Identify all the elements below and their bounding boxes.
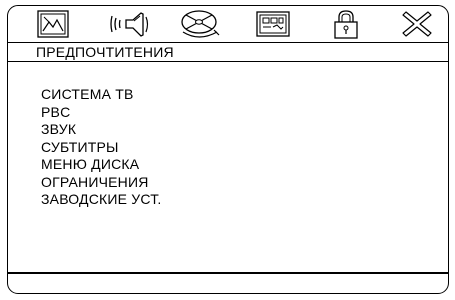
settings-board-icon[interactable] [253, 8, 293, 41]
footer-divider [8, 272, 448, 274]
menu-item-parental[interactable]: ОГРАНИЧЕНИЯ [41, 174, 162, 192]
settings-menu: СИСТЕМА ТВ PBC ЗВУК СУБТИТРЫ МЕНЮ ДИСКА … [41, 86, 162, 209]
osd-menu-window: ПРЕДПОЧТИТЕНИЯ СИСТЕМА ТВ PBC ЗВУК СУБТИ… [7, 5, 449, 294]
menu-item-disc-menu[interactable]: МЕНЮ ДИСКА [41, 156, 162, 174]
picture-icon[interactable] [34, 8, 72, 41]
disc-icon[interactable] [177, 8, 223, 41]
close-icon[interactable] [400, 8, 434, 41]
menu-item-factory-defaults[interactable]: ЗАВОДСКИЕ УСТ. [41, 191, 162, 209]
audio-speaker-icon[interactable] [108, 8, 152, 41]
header-bar: ПРЕДПОЧТИТЕНИЯ [8, 42, 448, 62]
menu-item-tv-system[interactable]: СИСТЕМА ТВ [41, 86, 162, 104]
menu-item-subtitles[interactable]: СУБТИТРЫ [41, 139, 162, 157]
lock-icon[interactable] [330, 8, 362, 41]
menu-item-audio[interactable]: ЗВУК [41, 121, 162, 139]
menu-item-pbc[interactable]: PBC [41, 104, 162, 122]
toolbar [8, 6, 448, 42]
page-title: ПРЕДПОЧТИТЕНИЯ [36, 44, 174, 60]
